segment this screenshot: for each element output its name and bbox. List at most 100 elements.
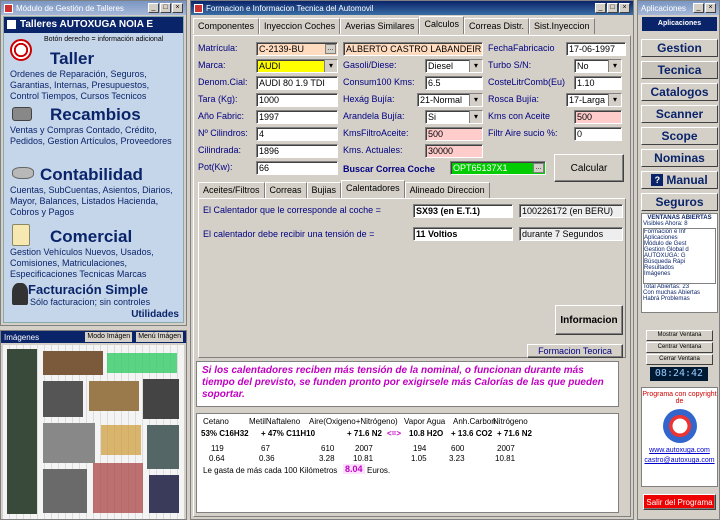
close-button[interactable]: × xyxy=(172,3,183,13)
nominas-button[interactable]: Nominas xyxy=(641,149,718,167)
formacion-teorica-button[interactable]: Formacion Teorica xyxy=(527,344,623,358)
informacion-button[interactable]: Informacion xyxy=(555,305,623,335)
kmsfiltro-label: KmsFiltroAceite: xyxy=(343,128,409,138)
mostrar-ventana-button[interactable]: Mostrar Ventana xyxy=(646,330,713,341)
maximize-button[interactable]: □ xyxy=(607,3,618,13)
catalogos-button[interactable]: Catalogos xyxy=(641,83,718,101)
kmsfiltro-field[interactable]: 500 xyxy=(425,127,483,141)
coste-label: CosteLitrComb(Eu) xyxy=(488,77,566,87)
gasoli-label: Gasoli/Diese: xyxy=(343,60,397,70)
section-text: Gestion Vehículos Nuevos, Usados, Comisi… xyxy=(10,247,154,279)
section-title[interactable]: Facturación Simple xyxy=(10,282,179,297)
chem-value: 2007 xyxy=(497,444,515,453)
chem-value: 1.05 xyxy=(411,454,427,463)
coste-field[interactable]: 1.10 xyxy=(574,76,622,90)
seguros-button[interactable]: Seguros xyxy=(641,193,718,211)
tab-inyeccion-coches[interactable]: Inyeccion Coches xyxy=(259,18,341,34)
fecha-field[interactable]: 17-06-1997 xyxy=(566,42,626,56)
tab-sist-inyeccion[interactable]: Sist.Inyeccion xyxy=(528,18,595,34)
hexag-select[interactable]: 21-Normal xyxy=(417,93,483,107)
section-title[interactable]: Comercial xyxy=(10,227,179,247)
subtab-bujias[interactable]: Bujias xyxy=(306,182,342,198)
owner-field[interactable]: ALBERTO CASTRO LABANDEIR xyxy=(343,42,483,56)
gestion-button[interactable]: Gestion xyxy=(641,39,718,57)
subtab-calentadores[interactable]: Calentadores xyxy=(341,180,405,198)
open-window-item[interactable]: Imágenes xyxy=(644,271,715,277)
left-titlebar[interactable]: Módulo de Gestión de Talleres _ □ × xyxy=(1,1,186,15)
centrar-ventana-button[interactable]: Centrar Ventana xyxy=(646,342,713,353)
subtab-aceites[interactable]: Aceites/Filtros xyxy=(198,182,265,198)
section-title[interactable]: Contabilidad xyxy=(10,165,179,185)
email-link[interactable]: castro@autoxuga.com xyxy=(642,457,717,464)
section-facturacion[interactable]: Facturación Simple Sólo facturacion; sin… xyxy=(10,282,179,308)
maximize-button[interactable]: □ xyxy=(160,3,171,13)
close-button[interactable]: × xyxy=(619,3,630,13)
right-titlebar[interactable]: Aplicaciones _ × xyxy=(638,1,719,15)
buscar-value: OPT65137X1 xyxy=(453,163,508,173)
open-windows-list[interactable]: Formacion e Inf Aplicaciones Módulo de G… xyxy=(643,228,716,284)
tara-field[interactable]: 1000 xyxy=(256,93,338,107)
image-collage[interactable] xyxy=(3,345,184,519)
main-titlebar[interactable]: Formacion e Informacion Tecnica del Auto… xyxy=(191,1,633,15)
rosca-select[interactable]: 17-Larga xyxy=(566,93,622,107)
chem-header: Aire(Oxigeno+Nitrógeno) xyxy=(309,417,398,426)
section-title[interactable]: Taller xyxy=(10,49,179,69)
buscar-lookup-button[interactable]: ... xyxy=(533,163,544,173)
close-button[interactable]: × xyxy=(705,3,716,13)
salir-button[interactable]: Salir del Programa xyxy=(643,494,716,510)
chem-arrow: <=> xyxy=(387,429,402,438)
chem-formula: 53% C16H32 xyxy=(201,429,249,438)
turbo-label: Turbo S/N: xyxy=(488,60,532,70)
tab-componentes[interactable]: Componentes xyxy=(193,18,260,34)
ventanas-abiertas-box: VENTANAS ABIERTAS Visibles Ahora: 8 Form… xyxy=(641,213,718,313)
buscar-field[interactable]: OPT65137X1... xyxy=(450,161,546,175)
section-comercial[interactable]: Comercial Gestion Vehículos Nuevos, Usad… xyxy=(10,227,179,280)
kmsact-field[interactable]: 30000 xyxy=(425,144,483,158)
matricula-lookup-button[interactable]: ... xyxy=(325,44,336,54)
scanner-button[interactable]: Scanner xyxy=(641,105,718,123)
pot-field[interactable]: 66 xyxy=(256,161,338,175)
tab-averias-similares[interactable]: Averias Similares xyxy=(340,18,420,34)
matricula-field[interactable]: C-2139-BU... xyxy=(256,42,338,56)
mode-image-select[interactable]: Modo Imágen xyxy=(85,332,133,342)
website-link[interactable]: www.autoxuga.com xyxy=(642,447,717,454)
minimize-button[interactable]: _ xyxy=(148,3,159,13)
utilidades-link[interactable]: Utilidades xyxy=(10,309,179,320)
subtab-alineado[interactable]: Alineado Direccion xyxy=(404,182,490,198)
section-recambios[interactable]: Recambios Ventas y Compras Contado, Créd… xyxy=(10,105,179,147)
kmsaceite-field[interactable]: 500 xyxy=(574,110,622,124)
menu-image-select[interactable]: Menú Imágen xyxy=(136,332,183,342)
cilindros-field[interactable]: 4 xyxy=(256,127,338,141)
calcular-button[interactable]: Calcular xyxy=(554,154,624,182)
turbo-select[interactable]: No xyxy=(574,59,622,73)
tab-calculos[interactable]: Calculos xyxy=(419,16,464,34)
gasoli-select[interactable]: Diesel xyxy=(425,59,483,73)
app-icon xyxy=(4,3,13,13)
section-title[interactable]: Recambios xyxy=(10,105,179,125)
cerrar-ventana-button[interactable]: Cerrar Ventana xyxy=(646,354,713,365)
tension-time-field[interactable]: durante 7 Segundos xyxy=(519,227,623,241)
filtro-field[interactable]: 0 xyxy=(574,127,622,141)
minimize-button[interactable]: _ xyxy=(693,3,704,13)
chem-header: Nitrógeno xyxy=(493,417,528,426)
tension-field[interactable]: 11 Voltios xyxy=(413,227,513,241)
scope-button[interactable]: Scope xyxy=(641,127,718,145)
marca-select[interactable]: AUDI xyxy=(256,59,338,73)
manual-button[interactable]: ? Manual xyxy=(641,171,718,189)
arandela-select[interactable]: Si xyxy=(425,110,483,124)
tecnica-button[interactable]: Tecnica xyxy=(641,61,718,79)
subtab-correas[interactable]: Correas xyxy=(264,182,307,198)
tab-correas-distr[interactable]: Correas Distr. xyxy=(463,18,529,34)
consum-field[interactable]: 6.5 xyxy=(425,76,483,90)
section-contabilidad[interactable]: Contabilidad Cuentas, SubCuentas, Asient… xyxy=(10,165,179,218)
minimize-button[interactable]: _ xyxy=(595,3,606,13)
calentador-field[interactable]: SX93 (en E.T.1) xyxy=(413,204,513,218)
images-titlebar[interactable]: Imágenes Modo Imágen Menú Imágen xyxy=(1,331,186,343)
sub-tabs: Aceites/Filtros Correas Bujias Calentado… xyxy=(198,180,490,198)
formacion-window: Formacion e Informacion Tecnica del Auto… xyxy=(190,0,634,520)
section-taller[interactable]: Taller Ordenes de Reparación, Seguros, G… xyxy=(10,49,179,102)
anio-field[interactable]: 1997 xyxy=(256,110,338,124)
cilindrada-field[interactable]: 1896 xyxy=(256,144,338,158)
calentador-ref-field[interactable]: 100226172 (en BERU) xyxy=(519,204,623,218)
denom-field[interactable]: AUDI 80 1.9 TDI xyxy=(256,76,338,90)
